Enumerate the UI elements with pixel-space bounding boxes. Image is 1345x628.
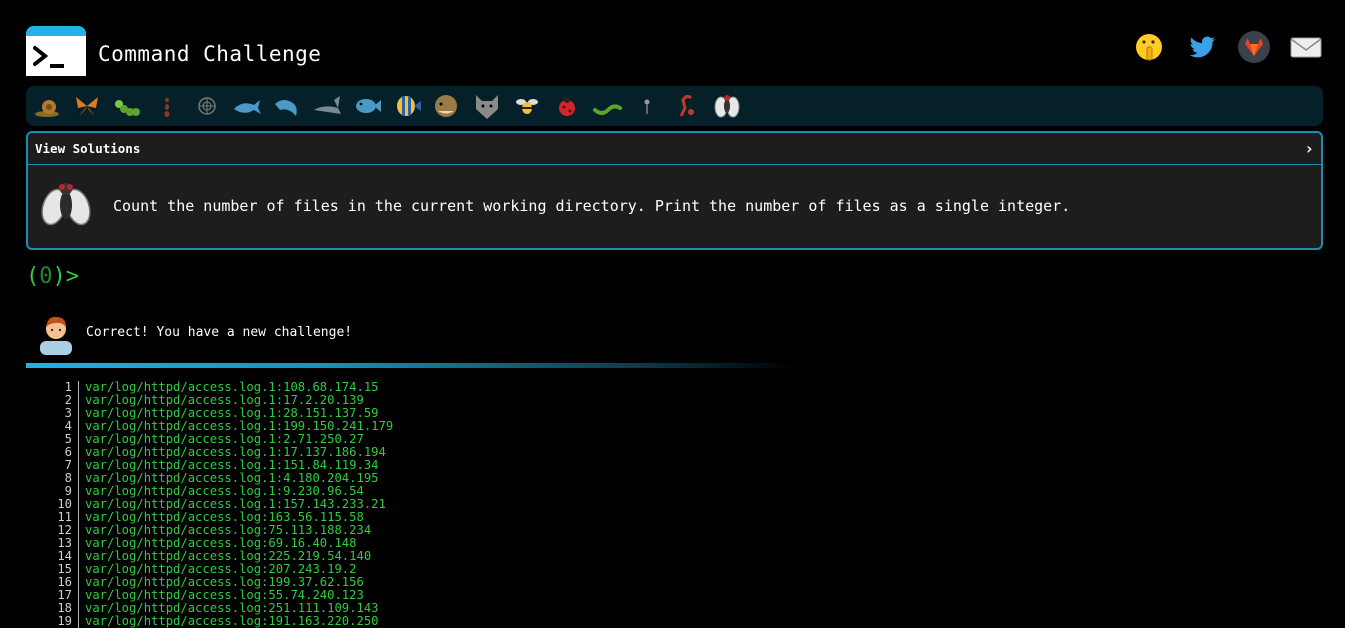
line-number: 5: [40, 433, 79, 446]
header: Command Challenge: [26, 26, 1323, 80]
fly-icon[interactable]: [711, 90, 743, 122]
challenge-text: Count the number of files in the current…: [113, 197, 1071, 215]
page-title: Command Challenge: [98, 42, 322, 66]
blowfish-icon[interactable]: [431, 90, 463, 122]
ant-icon[interactable]: [151, 90, 183, 122]
line-number: 2: [40, 394, 79, 407]
twitter-icon[interactable]: [1185, 30, 1219, 64]
fish-icon[interactable]: [351, 90, 383, 122]
output-line: 19 var/log/httpd/access.log:191.163.220.2…: [40, 615, 393, 628]
caterpillar-icon[interactable]: [111, 90, 143, 122]
challenge-body: Count the number of files in the current…: [28, 165, 1321, 248]
command-prompt[interactable]: (0)>: [26, 264, 79, 289]
terminal-logo-icon[interactable]: [26, 26, 86, 76]
prompt-open: (: [26, 264, 40, 289]
wolf-icon[interactable]: [471, 90, 503, 122]
line-number: 7: [40, 459, 79, 472]
whale-icon[interactable]: [231, 90, 263, 122]
feedback-message: Correct! You have a new challenge!: [36, 313, 796, 368]
line-number: 1: [40, 381, 79, 394]
prompt-close: )>: [52, 264, 80, 289]
feedback-text: Correct! You have a new challenge!: [86, 325, 353, 340]
line-number: 3: [40, 407, 79, 420]
line-number: 4: [40, 420, 79, 433]
command-output: 1 var/log/httpd/access.log.1:108.68.174.1…: [40, 381, 393, 628]
mail-icon[interactable]: [1289, 30, 1323, 64]
challenge-panel: View Solutions › Count the number of fil…: [26, 131, 1323, 250]
worm-icon[interactable]: [591, 90, 623, 122]
shush-emoji-icon[interactable]: [1133, 30, 1167, 64]
chevron-right-icon[interactable]: ›: [1304, 139, 1314, 158]
shark-icon[interactable]: [311, 90, 343, 122]
snail-icon[interactable]: [31, 90, 63, 122]
view-solutions-label: View Solutions: [35, 141, 141, 156]
prompt-counter: 0: [39, 264, 53, 289]
line-text: var/log/httpd/access.log:191.163.220.250: [85, 614, 379, 628]
line-number: 8: [40, 472, 79, 485]
challenge-progress-bar: [26, 86, 1323, 126]
ladybug-icon[interactable]: [551, 90, 583, 122]
bee-icon[interactable]: [511, 90, 543, 122]
dolphin-icon[interactable]: [271, 90, 303, 122]
line-number: 19: [40, 615, 79, 628]
tropical-fish-icon[interactable]: [391, 90, 423, 122]
gitlab-icon[interactable]: [1237, 30, 1271, 64]
divider: [26, 363, 796, 368]
line-number: 6: [40, 446, 79, 459]
scorpion-icon[interactable]: [671, 90, 703, 122]
social-links: [1133, 30, 1323, 64]
user-avatar-icon: [36, 313, 76, 359]
butterfly-icon[interactable]: [71, 90, 103, 122]
spider-web-icon[interactable]: [191, 90, 223, 122]
view-solutions-toggle[interactable]: View Solutions ›: [28, 133, 1321, 165]
mosquito-icon[interactable]: [631, 90, 663, 122]
fly-icon: [38, 175, 94, 235]
